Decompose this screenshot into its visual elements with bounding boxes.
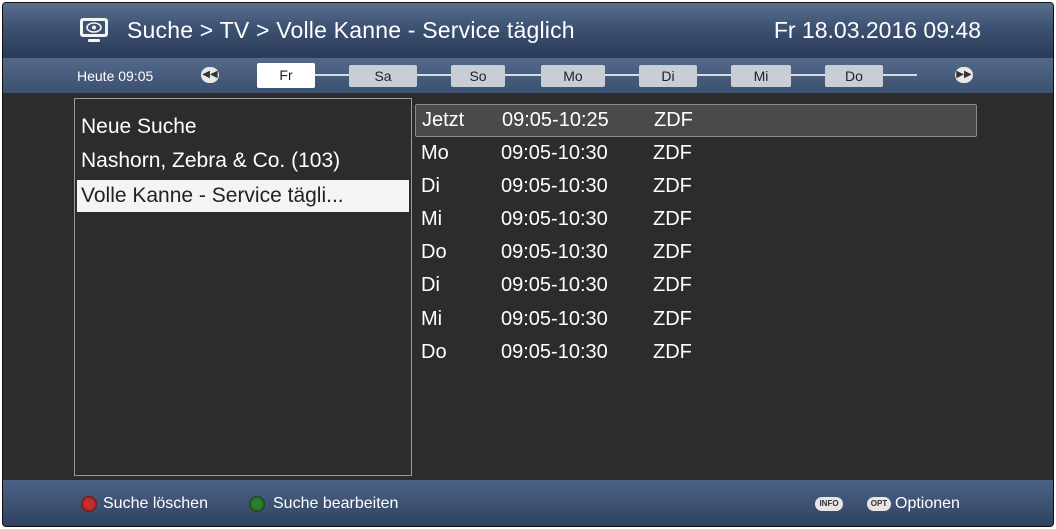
green-button-icon[interactable] (249, 496, 265, 512)
rewind-icon[interactable]: ◀◀ (201, 67, 219, 83)
result-time: 09:05-10:30 (501, 308, 608, 330)
day-connector (791, 74, 825, 76)
result-time: 09:05-10:25 (502, 109, 609, 131)
day-tab-sa[interactable]: Sa (349, 65, 417, 87)
tv-screen: Suche > TV > Volle Kanne - Service tägli… (2, 2, 1054, 527)
search-item-selected[interactable]: Volle Kanne - Service tägli... (77, 180, 409, 212)
result-day: Do (421, 241, 447, 263)
result-channel: ZDF (653, 208, 692, 230)
result-time: 09:05-10:30 (501, 208, 608, 230)
tv-icon (80, 18, 108, 42)
result-day: Di (421, 274, 440, 296)
day-connector (315, 74, 349, 76)
result-row[interactable]: Di 09:05-10:30 ZDF (415, 171, 975, 202)
day-tab-di[interactable]: Di (639, 65, 697, 87)
result-day: Di (421, 175, 440, 197)
day-selector-bar: Heute 09:05 ◀◀ Fr Sa So Mo Di Mi Do ▶▶ (3, 58, 1053, 93)
result-row[interactable]: Mo 09:05-10:30 ZDF (415, 138, 975, 169)
result-day: Jetzt (422, 109, 465, 131)
day-tab-do[interactable]: Do (825, 65, 883, 87)
result-day: Do (421, 341, 447, 363)
info-key-icon[interactable]: INFO (815, 497, 843, 511)
search-item-new[interactable]: Neue Suche (81, 111, 197, 143)
day-connector (605, 74, 639, 76)
result-channel: ZDF (654, 109, 693, 131)
result-channel: ZDF (653, 142, 692, 164)
result-row[interactable]: Do 09:05-10:30 ZDF (415, 337, 975, 368)
result-channel: ZDF (653, 308, 692, 330)
result-time: 09:05-10:30 (501, 341, 608, 363)
day-connector (697, 74, 731, 76)
result-row[interactable]: Mi 09:05-10:30 ZDF (415, 304, 975, 335)
day-connector (505, 74, 541, 76)
result-row[interactable]: Do 09:05-10:30 ZDF (415, 237, 975, 268)
result-channel: ZDF (653, 274, 692, 296)
result-channel: ZDF (653, 341, 692, 363)
red-button-icon[interactable] (81, 496, 97, 512)
day-connector (417, 74, 451, 76)
result-day: Mi (421, 308, 443, 330)
search-list-panel: Neue Suche Nashorn, Zebra & Co. (103) Vo… (74, 98, 412, 476)
result-row[interactable]: Mi 09:05-10:30 ZDF (415, 204, 975, 235)
search-item[interactable]: Nashorn, Zebra & Co. (103) (81, 145, 340, 177)
result-row[interactable]: Jetzt 09:05-10:25 ZDF (415, 104, 977, 137)
day-tab-mi[interactable]: Mi (731, 65, 791, 87)
result-day: Mi (421, 208, 443, 230)
result-time: 09:05-10:30 (501, 175, 608, 197)
delete-search-label[interactable]: Suche löschen (103, 495, 208, 513)
result-time: 09:05-10:30 (501, 241, 608, 263)
day-tab-mo[interactable]: Mo (541, 65, 605, 87)
day-connector (883, 74, 917, 76)
today-time-label: Heute 09:05 (77, 68, 154, 84)
day-tab-fr[interactable]: Fr (257, 63, 315, 88)
date-time: Fr 18.03.2016 09:48 (773, 17, 981, 43)
edit-search-label[interactable]: Suche bearbeiten (273, 495, 398, 513)
result-time: 09:05-10:30 (501, 274, 608, 296)
result-row[interactable]: Di 09:05-10:30 ZDF (415, 270, 975, 301)
footer-bar: Suche löschen Suche bearbeiten INFO OPT … (3, 480, 1053, 526)
result-day: Mo (421, 142, 449, 164)
fast-forward-icon[interactable]: ▶▶ (955, 67, 973, 83)
result-channel: ZDF (653, 241, 692, 263)
result-channel: ZDF (653, 175, 692, 197)
opt-key-icon[interactable]: OPT (867, 497, 891, 511)
breadcrumb: Suche > TV > Volle Kanne - Service tägli… (127, 17, 575, 43)
header-bar: Suche > TV > Volle Kanne - Service tägli… (3, 3, 1053, 58)
day-tab-so[interactable]: So (451, 65, 505, 87)
options-label[interactable]: Optionen (895, 495, 960, 513)
result-time: 09:05-10:30 (501, 142, 608, 164)
